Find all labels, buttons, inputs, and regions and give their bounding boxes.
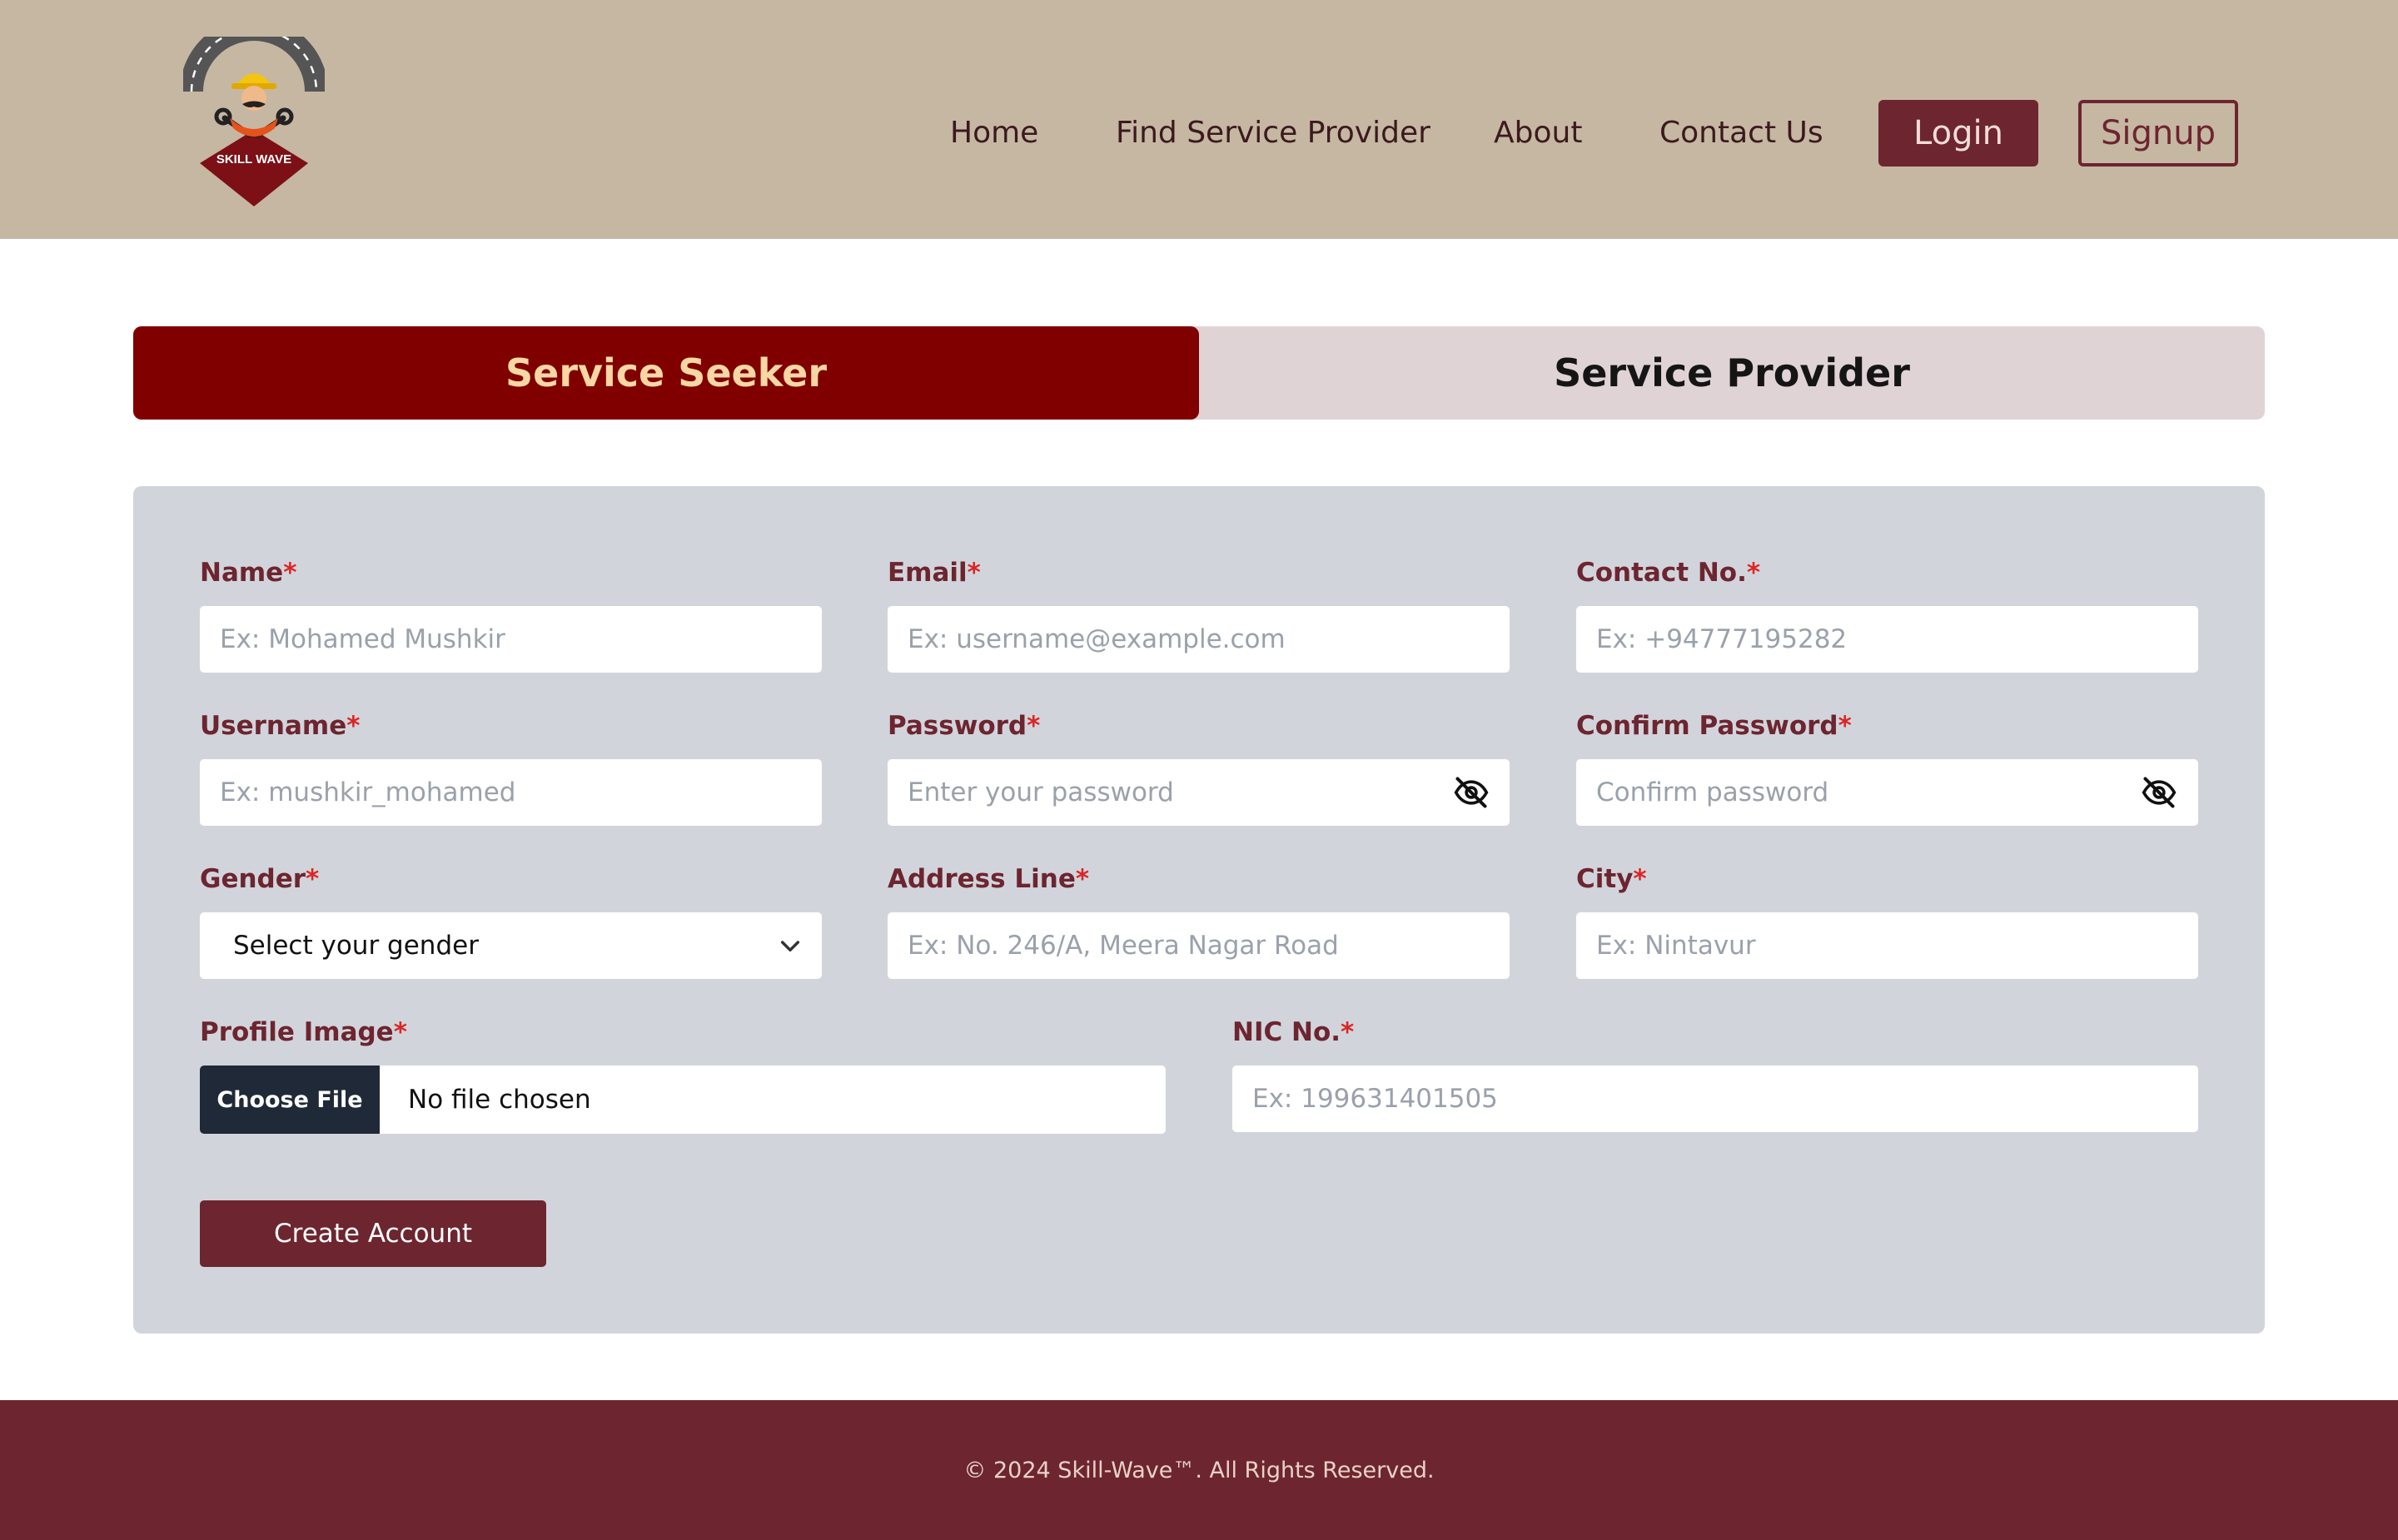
site-header: SKILL WAVE Home Find Service Provider Ab… [0,0,2398,239]
username-input[interactable] [200,759,822,826]
eye-slash-icon[interactable] [1453,774,1490,811]
required-mark: * [1633,864,1647,894]
name-input[interactable] [200,606,822,673]
password-label: Password* [888,711,1041,741]
eye-slash-icon[interactable] [2141,774,2177,811]
nav-home[interactable]: Home [950,100,1038,166]
email-input[interactable] [888,606,1510,673]
tab-service-provider[interactable]: Service Provider [1199,326,2265,420]
email-label: Email* [888,558,981,588]
required-mark: * [967,558,981,588]
file-status-text: No file chosen [408,1085,591,1115]
profile-image-label: Profile Image* [200,1017,407,1047]
nav-find-service-provider[interactable]: Find Service Provider [1116,100,1430,166]
required-mark: * [1027,711,1041,741]
address-input[interactable] [888,912,1510,979]
chevron-down-icon [780,941,800,952]
signup-button[interactable]: Signup [2078,100,2238,166]
choose-file-button[interactable]: Choose File [200,1066,380,1134]
required-mark: * [1075,864,1090,894]
required-mark: * [393,1017,407,1047]
required-mark: * [1746,558,1761,588]
required-mark: * [1341,1017,1355,1047]
name-label: Name* [200,558,297,588]
nic-label: NIC No.* [1232,1017,1355,1047]
login-button[interactable]: Login [1878,100,2038,166]
gender-select[interactable]: Select your gender [200,912,822,979]
confirm-password-label: Confirm Password* [1576,711,1852,741]
nic-input[interactable] [1232,1066,2198,1132]
contact-label: Contact No.* [1576,558,1761,588]
required-mark: * [346,711,361,741]
contact-input[interactable] [1576,606,2198,673]
required-mark: * [306,864,320,894]
create-account-button[interactable]: Create Account [200,1200,546,1267]
nav-about[interactable]: About [1494,100,1582,166]
account-type-tabs: Service Seeker Service Provider [133,326,2265,420]
required-mark: * [283,558,297,588]
gender-label: Gender* [200,864,320,894]
city-input[interactable] [1576,912,2198,979]
site-footer: © 2024 Skill-Wave™. All Rights Reserved. [0,1400,2398,1540]
main-nav: Home Find Service Provider About Contact… [0,100,2398,166]
confirm-password-input[interactable] [1576,759,2198,826]
address-label: Address Line* [888,864,1090,894]
nav-contact-us[interactable]: Contact Us [1659,100,1823,166]
required-mark: * [1838,711,1852,741]
signup-form: Name* Email* Contact No.* Username* Pass… [133,486,2265,1334]
tab-service-seeker[interactable]: Service Seeker [133,326,1199,420]
city-label: City* [1576,864,1647,894]
profile-image-file-input[interactable]: Choose File No file chosen [200,1066,1166,1134]
copyright-text: © 2024 Skill-Wave™. All Rights Reserved. [963,1457,1435,1483]
username-label: Username* [200,711,361,741]
password-input[interactable] [888,759,1510,826]
gender-selected-value: Select your gender [233,931,479,961]
